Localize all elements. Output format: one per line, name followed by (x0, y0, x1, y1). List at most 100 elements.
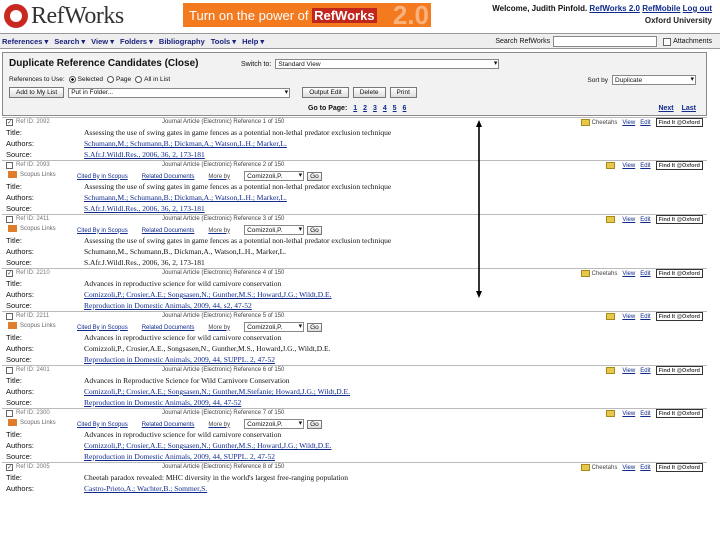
edit-link[interactable]: Edit (640, 217, 650, 223)
page-link[interactable]: 5 (393, 105, 397, 112)
more-by-go-button[interactable]: Go (307, 225, 322, 235)
view-select[interactable]: Standard View (275, 59, 500, 69)
view-link[interactable]: View (622, 411, 635, 417)
menu-search[interactable]: Search ▾ (54, 37, 85, 46)
next-link[interactable]: Next (658, 105, 673, 112)
edit-link[interactable]: Edit (640, 368, 650, 374)
menu-bibliography[interactable]: Bibliography (159, 37, 205, 46)
print-button[interactable]: Print (389, 87, 417, 98)
edit-link[interactable]: Edit (640, 411, 650, 417)
refworks2-link[interactable]: RefWorks 2.0 (589, 4, 640, 13)
reference-authors[interactable]: Comizzoli,P.; Crosier,A.E.; Songsasen,N.… (84, 387, 350, 396)
reference-checkbox[interactable]: ✓ (6, 270, 13, 277)
more-by-go-button[interactable]: Go (307, 322, 322, 332)
reference-authors[interactable]: Schumann,M.; Schumann,B.; Dickman,A.; Wa… (84, 193, 287, 202)
more-by-select[interactable]: Comizzoli,P. (244, 225, 305, 235)
view-link[interactable]: View (622, 465, 635, 471)
reference-source[interactable]: S.Afr.J.Wildl.Res., 2006, 36, 2, 173-181 (84, 204, 205, 213)
reference-authors[interactable]: Castro-Prieto,A.; Wachter,B.; Sommer,S. (84, 484, 207, 493)
add-to-list-button[interactable]: Add to My List (9, 87, 65, 98)
page-link[interactable]: 3 (373, 105, 377, 112)
view-link[interactable]: View (622, 163, 635, 169)
promo-banner[interactable]: Turn on the power of RefWorks 2.0 (183, 3, 431, 27)
reference-checkbox[interactable]: ✓ (6, 119, 13, 126)
view-link[interactable]: View (622, 271, 635, 277)
edit-link[interactable]: Edit (640, 314, 650, 320)
radio-selected[interactable] (68, 76, 76, 83)
page-link[interactable]: 4 (383, 105, 387, 112)
findit-button[interactable]: Find It @Oxford (655, 312, 703, 321)
refworks-logo[interactable]: RefWorks (4, 3, 124, 29)
related-documents-link[interactable]: Related Documents (142, 174, 195, 180)
duplicates-panel: Duplicate Reference Candidates (Close) S… (2, 52, 707, 116)
findit-button[interactable]: Find It @Oxford (655, 161, 703, 170)
radio-all[interactable] (135, 76, 143, 83)
more-by-go-button[interactable]: Go (307, 171, 322, 181)
logout-link[interactable]: Log out (683, 4, 712, 13)
reference-checkbox[interactable] (6, 410, 13, 417)
related-documents-link[interactable]: Related Documents (142, 422, 195, 428)
last-link[interactable]: Last (682, 105, 696, 112)
page-link[interactable]: 1 (353, 105, 357, 112)
more-by-go-button[interactable]: Go (307, 419, 322, 429)
more-by-select[interactable]: Comizzoli,P. (244, 322, 305, 332)
reference-authors: Comizzoli,P., Crosier,A.E., Songsasen,N.… (84, 344, 331, 353)
related-documents-link[interactable]: Related Documents (142, 228, 195, 234)
menu-folders[interactable]: Folders ▾ (120, 37, 153, 46)
reference-authors-row: Authors: Schumann,M., Schumann,B., Dickma… (2, 246, 707, 257)
reference-source[interactable]: Reproduction in Domestic Animals, 2009, … (84, 452, 275, 461)
edit-link[interactable]: Edit (640, 163, 650, 169)
menu-references[interactable]: References ▾ (2, 37, 48, 46)
reference-checkbox[interactable] (6, 367, 13, 374)
radio-page[interactable] (106, 76, 114, 83)
reference-checkbox[interactable] (6, 313, 13, 320)
scopus-links[interactable]: Scopus Links (8, 419, 56, 426)
scopus-links[interactable]: Scopus Links (8, 225, 56, 232)
menu-view[interactable]: View ▾ (91, 37, 114, 46)
reference-authors[interactable]: Comizzoli,P.; Crosier,A.E.; Songsasen,N.… (84, 441, 332, 450)
view-link[interactable]: View (622, 314, 635, 320)
menu-tools[interactable]: Tools ▾ (211, 37, 236, 46)
reference-source[interactable]: Reproduction in Domestic Animals, 2009, … (84, 301, 252, 310)
findit-button[interactable]: Find It @Oxford (655, 215, 703, 224)
edit-link[interactable]: Edit (640, 120, 650, 126)
cited-by-link[interactable]: Cited By in Scopus (77, 422, 128, 428)
delete-button[interactable]: Delete (352, 87, 386, 98)
findit-button[interactable]: Find It @Oxford (655, 118, 703, 127)
cited-by-link[interactable]: Cited By in Scopus (77, 228, 128, 234)
reference-authors[interactable]: Comizzoli,P.; Crosier,A.E.; Songsasen,N.… (84, 290, 332, 299)
more-by-select[interactable]: Comizzoli,P. (244, 419, 305, 429)
menu-help[interactable]: Help ▾ (242, 37, 264, 46)
output-edit-button[interactable]: Output Edit (302, 87, 349, 98)
reference-checkbox[interactable]: ✓ (6, 464, 13, 471)
view-link[interactable]: View (622, 368, 635, 374)
edit-link[interactable]: Edit (640, 271, 650, 277)
attachments-checkbox[interactable] (663, 37, 672, 46)
view-link[interactable]: View (622, 217, 635, 223)
search-input[interactable] (553, 36, 658, 47)
reference-checkbox[interactable] (6, 216, 13, 223)
sort-select[interactable]: Duplicate (612, 75, 696, 85)
cited-by-link[interactable]: Cited By in Scopus (77, 325, 128, 331)
scopus-links[interactable]: Scopus Links (8, 322, 56, 329)
reference-checkbox[interactable] (6, 162, 13, 169)
reference-source[interactable]: Reproduction in Domestic Animals, 2009, … (84, 355, 275, 364)
more-by-select[interactable]: Comizzoli,P. (244, 171, 305, 181)
reference-list: ✓ Ref ID: 2092 Journal Article (Electronic… (2, 117, 707, 540)
page-link[interactable]: 2 (363, 105, 367, 112)
scopus-links[interactable]: Scopus Links (8, 171, 56, 178)
related-documents-link[interactable]: Related Documents (142, 325, 195, 331)
findit-button[interactable]: Find It @Oxford (655, 366, 703, 375)
reference-authors[interactable]: Schumann,M.; Schumann,B.; Dickman,A.; Wa… (84, 139, 287, 148)
refmobile-link[interactable]: RefMobile (642, 4, 680, 13)
view-link[interactable]: View (622, 120, 635, 126)
findit-button[interactable]: Find It @Oxford (655, 409, 703, 418)
edit-link[interactable]: Edit (640, 465, 650, 471)
reference-source[interactable]: Reproduction in Domestic Animals, 2009, … (84, 398, 241, 407)
cited-by-link[interactable]: Cited By in Scopus (77, 174, 128, 180)
findit-button[interactable]: Find It @Oxford (655, 463, 703, 472)
findit-button[interactable]: Find It @Oxford (655, 269, 703, 278)
folder-select[interactable]: Put in Folder... (68, 87, 291, 98)
page-link[interactable]: 6 (403, 105, 407, 112)
reference-source[interactable]: S.Afr.J.Wildl.Res., 2006, 36, 2, 173-181 (84, 150, 205, 159)
